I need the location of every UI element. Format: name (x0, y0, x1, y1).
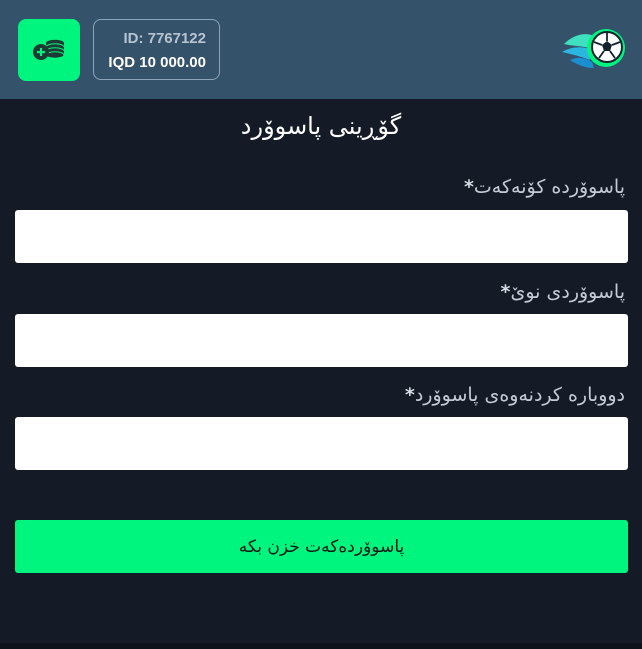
header: ID: 7767122 IQD 10 000.00 (0, 0, 642, 99)
required-mark: * (463, 176, 474, 198)
account-summary: ID: 7767122 IQD 10 000.00 (93, 19, 220, 80)
old-password-label: پاسوۆردە کۆنەکەت* (25, 176, 625, 198)
confirm-password-input[interactable] (15, 417, 628, 470)
new-password-input[interactable] (15, 314, 628, 367)
user-id: ID: 7767122 (123, 30, 206, 47)
page-title: گۆڕینی پاسوۆرد (240, 112, 402, 140)
confirm-password-label: دووبارە کردنەوەی پاسوۆرد* (25, 384, 625, 406)
old-password-input[interactable] (15, 210, 628, 263)
soccer-ball-logo-icon[interactable] (560, 26, 626, 72)
save-password-button[interactable]: پاسوۆردەکەت خزن بکە (15, 520, 628, 573)
new-password-label-text: پاسوۆردی نوێ (510, 281, 625, 303)
required-mark: * (500, 281, 511, 303)
old-password-label-text: پاسوۆردە کۆنەکەت (473, 176, 625, 198)
bottom-divider (0, 643, 642, 649)
required-mark: * (404, 384, 415, 406)
coins-plus-icon (33, 39, 65, 60)
deposit-button[interactable] (18, 19, 80, 81)
balance: IQD 10 000.00 (108, 54, 206, 71)
new-password-label: پاسوۆردی نوێ* (25, 281, 625, 303)
confirm-password-label-text: دووبارە کردنەوەی پاسوۆرد (414, 384, 625, 406)
